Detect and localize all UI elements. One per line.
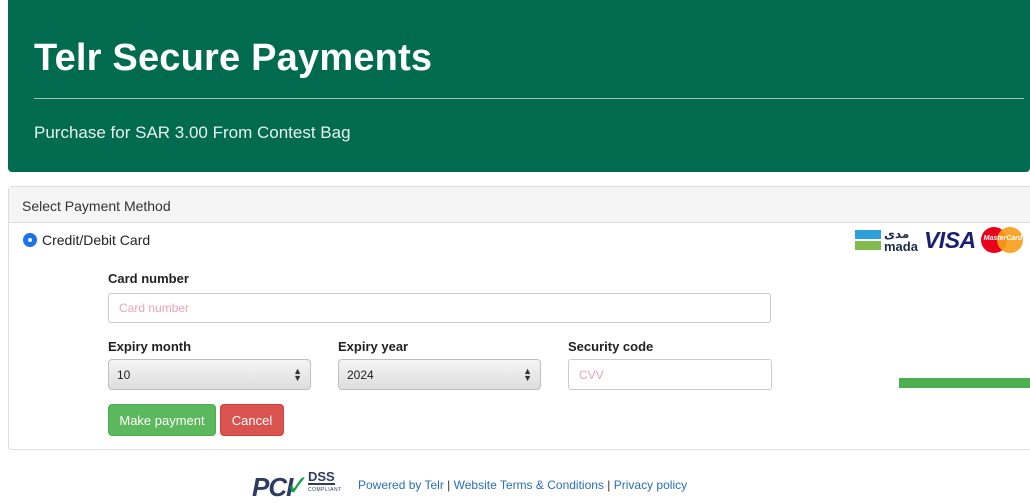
mada-logo: مدى mada [855,228,918,253]
make-payment-button[interactable]: Make payment [108,404,216,436]
mada-english-text: mada [884,238,918,254]
security-code-input[interactable] [568,359,772,390]
security-code-label: Security code [568,339,654,354]
privacy-policy-link[interactable]: Privacy policy [614,478,687,492]
mastercard-logo: MasterCard [980,227,1023,253]
credit-card-label: Credit/Debit Card [42,232,151,248]
card-number-label: Card number [108,271,189,286]
terms-link[interactable]: Website Terms & Conditions [454,478,604,492]
footer-separator: | [447,478,451,492]
mada-arabic-text: مدى [884,226,910,241]
expiry-month-select[interactable]: 10 ▲ ▼ [108,359,311,390]
header-divider [34,98,1024,99]
compliant-text: COMPLIANT [308,487,342,493]
select-updown-icon: ▲ ▼ [293,366,302,383]
dss-text: DSS [308,469,335,485]
checkmark-icon: ✓ [286,470,310,501]
expiry-month-label: Expiry month [108,339,192,354]
payment-method-panel: Select Payment Method Credit/Debit Card … [8,186,1030,450]
radio-selected-dot [28,238,32,242]
panel-heading-text: Select Payment Method [22,198,171,214]
footer-links: Powered by Telr | Website Terms & Condit… [358,478,687,492]
card-logos: مدى mada VISA MasterCard [855,225,1023,255]
expiry-year-select[interactable]: 2024 ▲ ▼ [338,359,541,390]
expiry-year-value: 2024 [347,368,374,382]
card-number-input[interactable] [108,293,771,323]
expiry-month-value: 10 [117,368,131,382]
expiry-year-label: Expiry year [338,339,409,354]
credit-card-radio[interactable] [23,233,37,247]
page-header: Telr Secure Payments Purchase for SAR 3.… [8,0,1030,172]
mada-stripes-icon [855,230,881,250]
pci-dss-logo: PCI ✓ DSS COMPLIANT [252,467,348,503]
page-footer: PCI ✓ DSS COMPLIANT Powered by Telr | We… [252,467,687,503]
credit-card-option[interactable]: Credit/Debit Card [23,232,150,248]
mastercard-text: MasterCard [983,235,1023,242]
select-updown-icon: ▲ ▼ [523,366,532,383]
progress-indicator-bar [899,378,1030,388]
visa-logo: VISA [923,226,976,253]
cancel-button[interactable]: Cancel [220,404,284,436]
footer-separator: | [607,478,611,492]
panel-heading: Select Payment Method [9,187,1030,223]
purchase-summary: Purchase for SAR 3.00 From Contest Bag [34,123,351,142]
page-title: Telr Secure Payments [34,37,433,79]
powered-by-telr-link[interactable]: Powered by Telr [358,478,444,492]
